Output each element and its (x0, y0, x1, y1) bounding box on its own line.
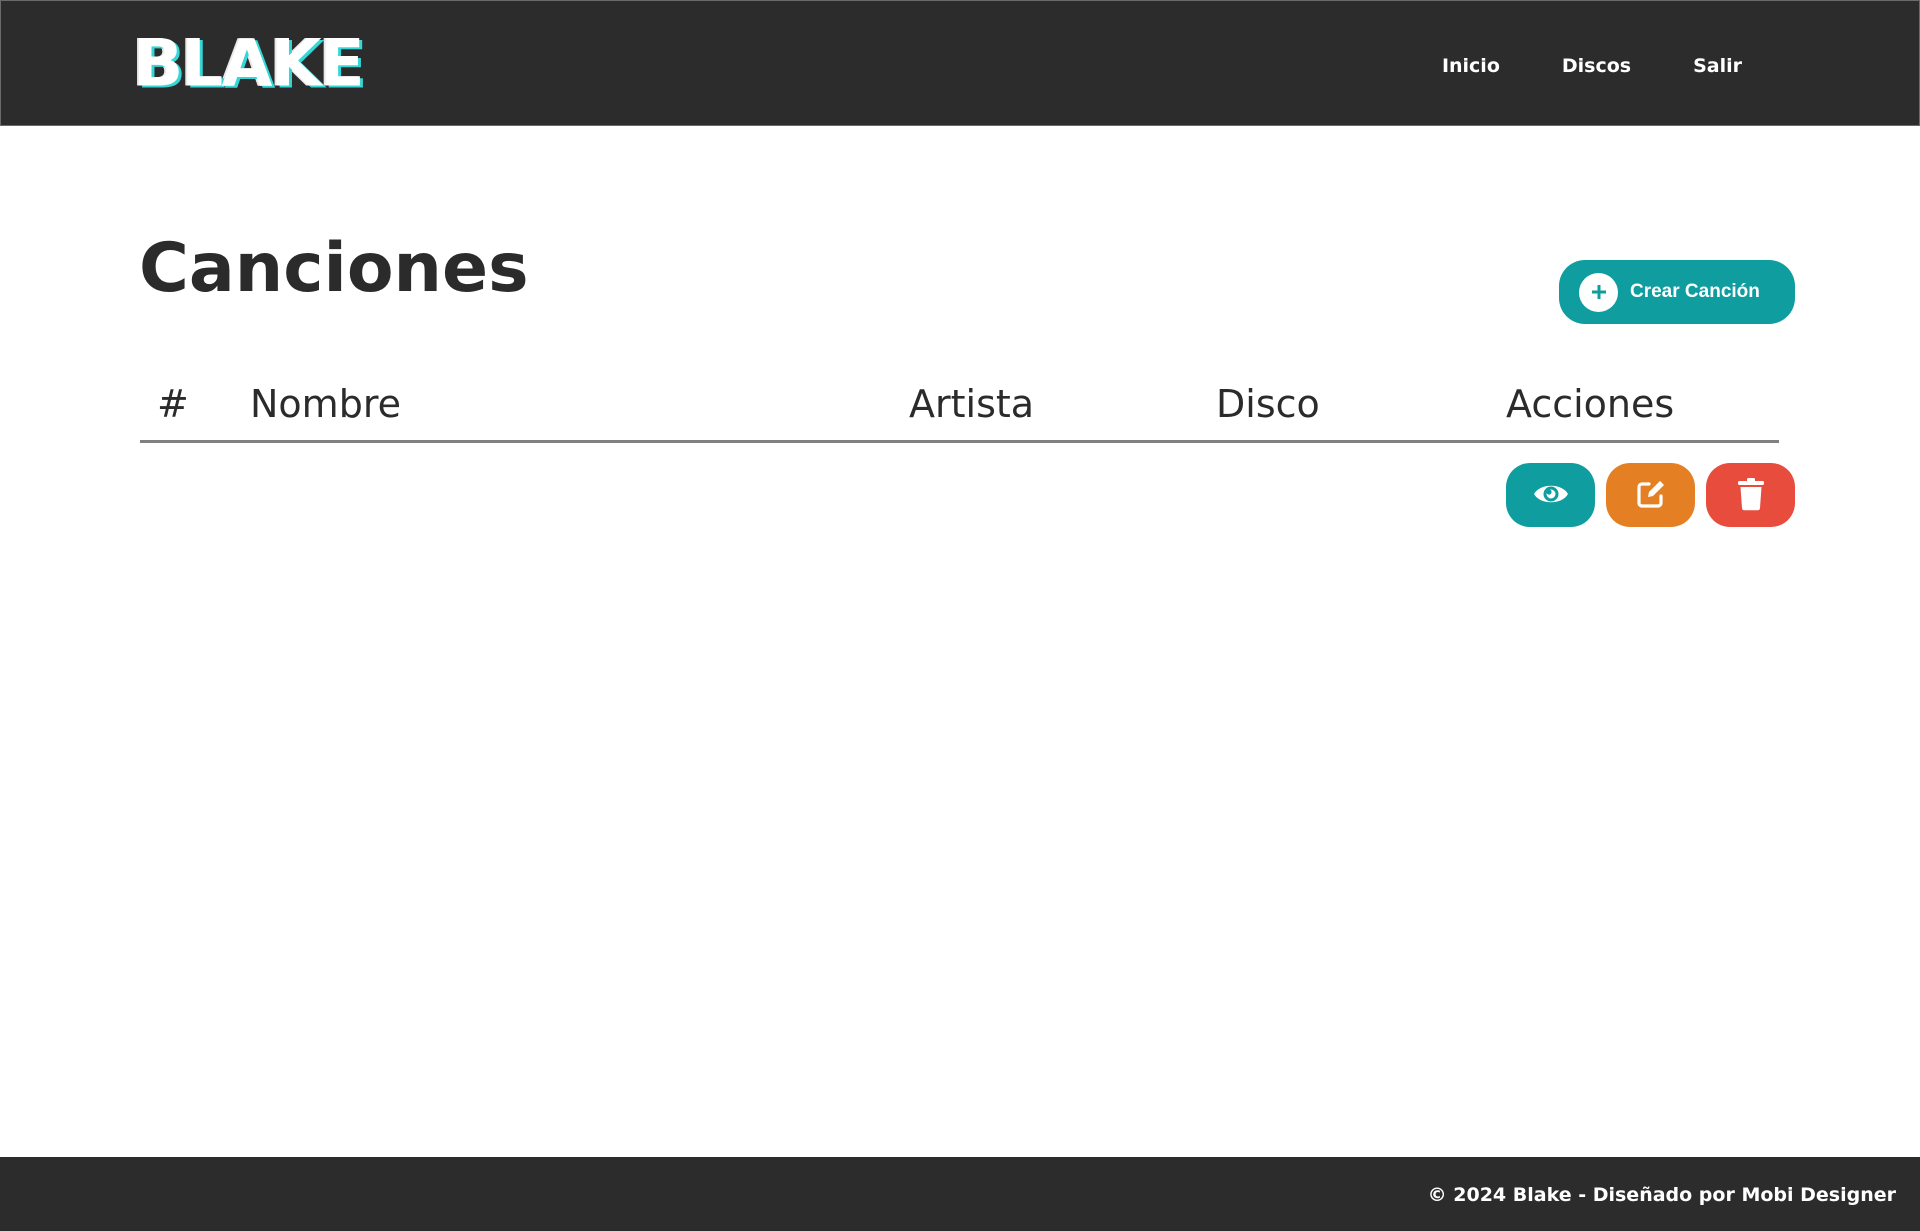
trash-icon (1736, 477, 1766, 514)
column-header-nombre: Nombre (250, 382, 401, 426)
edit-button[interactable] (1606, 463, 1695, 527)
nav-link-discos[interactable]: Discos (1562, 53, 1631, 79)
page-footer: © 2024 Blake - Diseñado por Mobi Designe… (0, 1157, 1920, 1231)
edit-icon (1634, 477, 1668, 514)
songs-table-header: # Nombre Artista Disco Acciones (140, 372, 1779, 443)
plus-circle-icon (1579, 272, 1618, 312)
footer-copyright: © 2024 Blake - Diseñado por Mobi Designe… (1427, 1184, 1896, 1206)
table-row (1506, 463, 1795, 527)
delete-button[interactable] (1706, 463, 1795, 527)
create-song-label: Crear Canción (1630, 281, 1760, 302)
brand-logo[interactable]: BLAKE (133, 25, 365, 102)
column-header-acciones: Acciones (1506, 382, 1675, 426)
nav-link-salir[interactable]: Salir (1693, 53, 1742, 79)
page-title: Canciones (139, 229, 529, 308)
main-nav: Inicio Discos Salir (1442, 53, 1742, 79)
top-navbar: BLAKE Inicio Discos Salir (0, 0, 1920, 126)
create-song-button[interactable]: Crear Canción (1559, 260, 1795, 324)
brand-logo-text: BLAKE (133, 25, 365, 102)
eye-icon (1532, 480, 1570, 511)
column-header-disco: Disco (1216, 382, 1320, 426)
view-button[interactable] (1506, 463, 1595, 527)
nav-link-inicio[interactable]: Inicio (1442, 53, 1500, 79)
column-header-artista: Artista (909, 382, 1035, 426)
column-header-number: # (157, 382, 189, 426)
